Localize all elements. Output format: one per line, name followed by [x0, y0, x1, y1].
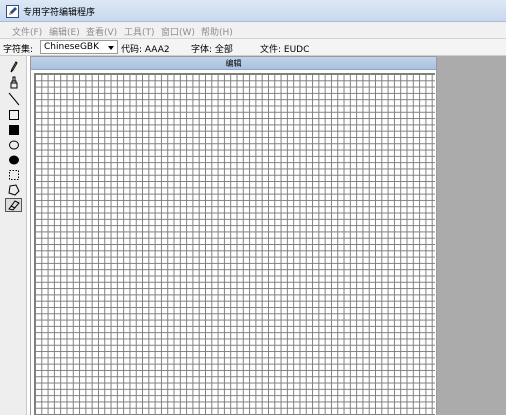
title-bar: 专用字符编辑程序 — [0, 0, 506, 22]
file-readout: 文件: EUDC — [260, 45, 310, 55]
pencil-app-icon — [6, 5, 19, 18]
chevron-down-icon — [108, 46, 114, 50]
menu-window[interactable]: 窗口(W) — [161, 25, 195, 38]
pencil-icon[interactable] — [5, 60, 22, 74]
menu-tools[interactable]: 工具(T) — [124, 25, 155, 38]
line-icon[interactable] — [5, 92, 22, 106]
charset-dropdown[interactable]: ChineseGBK — [40, 40, 118, 54]
eraser-icon[interactable] — [5, 198, 22, 212]
menu-help[interactable]: 帮助(H) — [201, 25, 233, 38]
info-bar: 字符集: ChineseGBK 代码: AAA2 字体: 全部 文件: EUDC — [0, 39, 506, 56]
menu-bar: 文件(F) 编辑(E) 查看(V) 工具(T) 窗口(W) 帮助(H) — [0, 22, 506, 39]
font-readout: 字体: 全部 — [191, 45, 233, 55]
tool-palette — [0, 56, 27, 415]
rectangular-select-icon[interactable] — [5, 168, 22, 182]
filled-ellipse-icon[interactable] — [5, 153, 22, 167]
edit-window: 编辑 — [30, 56, 437, 415]
window-title: 专用字符编辑程序 — [23, 8, 96, 18]
hollow-rectangle-icon[interactable] — [5, 108, 22, 122]
charset-value: ChineseGBK — [44, 42, 100, 52]
hollow-ellipse-icon[interactable] — [5, 138, 22, 152]
freeform-select-icon[interactable] — [5, 183, 22, 197]
filled-rectangle-icon[interactable] — [5, 123, 22, 137]
glyph-edit-grid[interactable] — [34, 73, 435, 415]
workspace-background — [437, 56, 506, 415]
menu-file[interactable]: 文件(F) — [12, 25, 42, 38]
menu-view[interactable]: 查看(V) — [86, 25, 117, 38]
menu-edit[interactable]: 编辑(E) — [49, 25, 80, 38]
brush-icon[interactable] — [5, 76, 22, 90]
edit-window-title: 编辑 — [31, 57, 436, 70]
code-readout: 代码: AAA2 — [121, 45, 170, 55]
charset-label: 字符集: — [3, 45, 34, 55]
